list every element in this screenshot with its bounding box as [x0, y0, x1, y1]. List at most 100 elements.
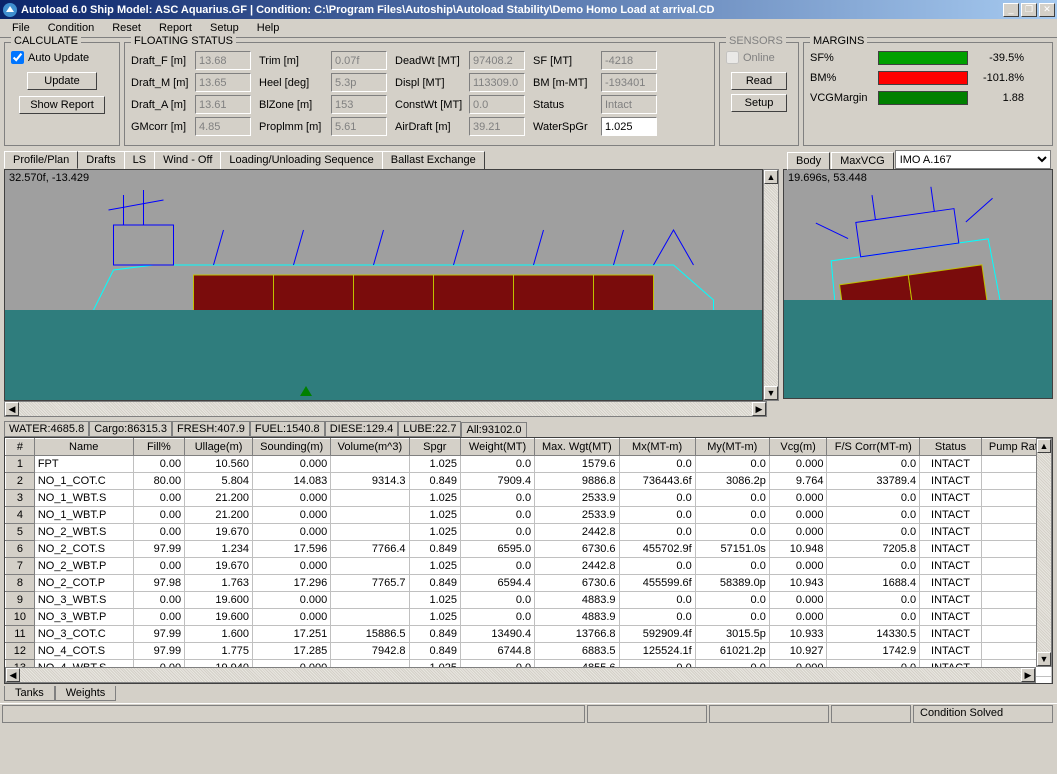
table-row[interactable]: 7NO_2_WBT.P0.0019.6700.0001.0250.02442.8…: [6, 558, 1052, 575]
summary-tab[interactable]: FRESH:407.9: [172, 421, 250, 437]
grid-header[interactable]: Weight(MT): [460, 439, 534, 456]
read-button[interactable]: Read: [731, 72, 787, 90]
grid-header[interactable]: Mx(MT-m): [619, 439, 695, 456]
online-checkbox[interactable]: Online: [726, 51, 792, 64]
tab-tanks[interactable]: Tanks: [4, 686, 55, 701]
grid-header[interactable]: Sounding(m): [253, 439, 331, 456]
table-row[interactable]: 3NO_1_WBT.S0.0021.2000.0001.0250.02533.9…: [6, 490, 1052, 507]
tab-body[interactable]: Body: [787, 152, 830, 170]
maxvcg-select[interactable]: IMO A.167: [895, 150, 1051, 169]
close-button[interactable]: ✕: [1039, 3, 1055, 17]
grid-header[interactable]: Volume(m^3): [331, 439, 409, 456]
title-bar: Autoload 6.0 Ship Model: ASC Aquarius.GF…: [0, 0, 1057, 19]
show-report-button[interactable]: Show Report: [19, 96, 105, 114]
menu-condition[interactable]: Condition: [40, 20, 102, 36]
profile-coords: 32.570f, -13.429: [9, 172, 89, 184]
body-viewport[interactable]: 19.696s, 53.448: [783, 169, 1053, 399]
bottom-tabs: Tanks Weights: [4, 686, 1053, 701]
draft-f-field: [195, 51, 251, 70]
summary-tab[interactable]: Cargo:86315.3: [89, 421, 172, 437]
grid-header[interactable]: #: [6, 439, 35, 456]
trim-field: [331, 51, 387, 70]
grid-header[interactable]: Max. Wgt(MT): [535, 439, 619, 456]
waterspgr-field[interactable]: [601, 117, 657, 136]
profile-hscroll[interactable]: ◀▶: [4, 401, 767, 417]
tab-weights[interactable]: Weights: [55, 686, 117, 701]
lcg-marker-icon: [300, 386, 312, 396]
heel-field: [331, 73, 387, 92]
body-coords: 19.696s, 53.448: [788, 172, 867, 184]
draft-a-field: [195, 95, 251, 114]
table-row[interactable]: 6NO_2_COT.S97.991.23417.5967766.40.84965…: [6, 541, 1052, 558]
tab-wind-off[interactable]: Wind - Off: [154, 151, 221, 169]
displ-field: [469, 73, 525, 92]
summary-tab[interactable]: LUBE:22.7: [398, 421, 461, 437]
margin-bar: [878, 51, 968, 65]
window-title: Autoload 6.0 Ship Model: ASC Aquarius.GF…: [21, 4, 1003, 16]
table-row[interactable]: 11NO_3_COT.C97.991.60017.25115886.50.849…: [6, 626, 1052, 643]
margin-bar: [878, 91, 968, 105]
grid-hscroll[interactable]: ◀▶: [5, 667, 1036, 683]
table-row[interactable]: 5NO_2_WBT.S0.0019.6700.0001.0250.02442.8…: [6, 524, 1052, 541]
menu-reset[interactable]: Reset: [104, 20, 149, 36]
menu-help[interactable]: Help: [249, 20, 288, 36]
grid-header[interactable]: Spgr: [409, 439, 460, 456]
grid-vscroll[interactable]: ▲▼: [1036, 438, 1052, 667]
app-icon: [2, 2, 18, 18]
tab-ballast-exchange[interactable]: Ballast Exchange: [382, 151, 485, 169]
grid-header[interactable]: My(MT-m): [695, 439, 769, 456]
blzone-field: [331, 95, 387, 114]
grid-header[interactable]: Vcg(m): [769, 439, 827, 456]
summary-tabs: WATER:4685.8Cargo:86315.3FRESH:407.9FUEL…: [4, 421, 1053, 437]
floating-status-group: FLOATING STATUS Draft_F [m] Draft_M [m] …: [124, 42, 715, 146]
grid-header[interactable]: Name: [34, 439, 133, 456]
status-field: [601, 95, 657, 114]
grid-header[interactable]: Ullage(m): [185, 439, 253, 456]
main-tabs: Profile/Plan Drafts LS Wind - Off Loadin…: [4, 150, 783, 168]
auto-update-checkbox[interactable]: Auto Update: [11, 51, 113, 64]
proplmm-field: [331, 117, 387, 136]
sf-field: [601, 51, 657, 70]
grid-header[interactable]: Status: [920, 439, 982, 456]
profile-vscroll[interactable]: ▲▼: [763, 169, 779, 401]
margins-group: MARGINS SF%-39.5%BM%-101.8%VCGMargin1.88: [803, 42, 1053, 146]
grid-header[interactable]: F/S Corr(MT-m): [827, 439, 920, 456]
tab-maxvcg[interactable]: MaxVCG: [831, 152, 894, 170]
tanks-grid[interactable]: #NameFill%Ullage(m)Sounding(m)Volume(m^3…: [4, 437, 1053, 684]
sensors-group: SENSORS Online Read Setup: [719, 42, 799, 146]
table-row[interactable]: 9NO_3_WBT.S0.0019.6000.0001.0250.04883.9…: [6, 592, 1052, 609]
summary-tab[interactable]: FUEL:1540.8: [250, 421, 325, 437]
table-row[interactable]: 10NO_3_WBT.P0.0019.6000.0001.0250.04883.…: [6, 609, 1052, 626]
airdraft-field: [469, 117, 525, 136]
status-bar: Condition Solved: [0, 703, 1057, 723]
menu-report[interactable]: Report: [151, 20, 200, 36]
tab-ls[interactable]: LS: [124, 151, 155, 169]
menu-setup[interactable]: Setup: [202, 20, 247, 36]
summary-tab[interactable]: WATER:4685.8: [4, 421, 89, 437]
summary-tab[interactable]: DIESE:129.4: [325, 421, 399, 437]
table-row[interactable]: 2NO_1_COT.C80.005.80414.0839314.30.84979…: [6, 473, 1052, 490]
setup-button[interactable]: Setup: [731, 94, 787, 112]
summary-tab[interactable]: All:93102.0: [461, 422, 526, 438]
tab-drafts[interactable]: Drafts: [77, 151, 124, 169]
minimize-button[interactable]: _: [1003, 3, 1019, 17]
table-row[interactable]: 8NO_2_COT.P97.981.76317.2967765.70.84965…: [6, 575, 1052, 592]
table-row[interactable]: 4NO_1_WBT.P0.0021.2000.0001.0250.02533.9…: [6, 507, 1052, 524]
grid-header[interactable]: Fill%: [133, 439, 184, 456]
calculate-group: CALCULATE Auto Update Update Show Report: [4, 42, 120, 146]
table-row[interactable]: 1FPT0.0010.5600.0001.0250.01579.60.00.00…: [6, 456, 1052, 473]
status-condition: Condition Solved: [913, 705, 1053, 723]
tab-loading-sequence[interactable]: Loading/Unloading Sequence: [220, 151, 382, 169]
deadwt-field: [469, 51, 525, 70]
constwt-field: [469, 95, 525, 114]
profile-viewport[interactable]: 32.570f, -13.429: [4, 169, 763, 401]
bm-field: [601, 73, 657, 92]
maximize-button[interactable]: ❐: [1021, 3, 1037, 17]
menu-file[interactable]: File: [4, 20, 38, 36]
table-row[interactable]: 12NO_4_COT.S97.991.77517.2857942.80.8496…: [6, 643, 1052, 660]
tab-profile-plan[interactable]: Profile/Plan: [4, 151, 78, 169]
margin-bar: [878, 71, 968, 85]
update-button[interactable]: Update: [27, 72, 97, 90]
gmcorr-field: [195, 117, 251, 136]
draft-m-field: [195, 73, 251, 92]
